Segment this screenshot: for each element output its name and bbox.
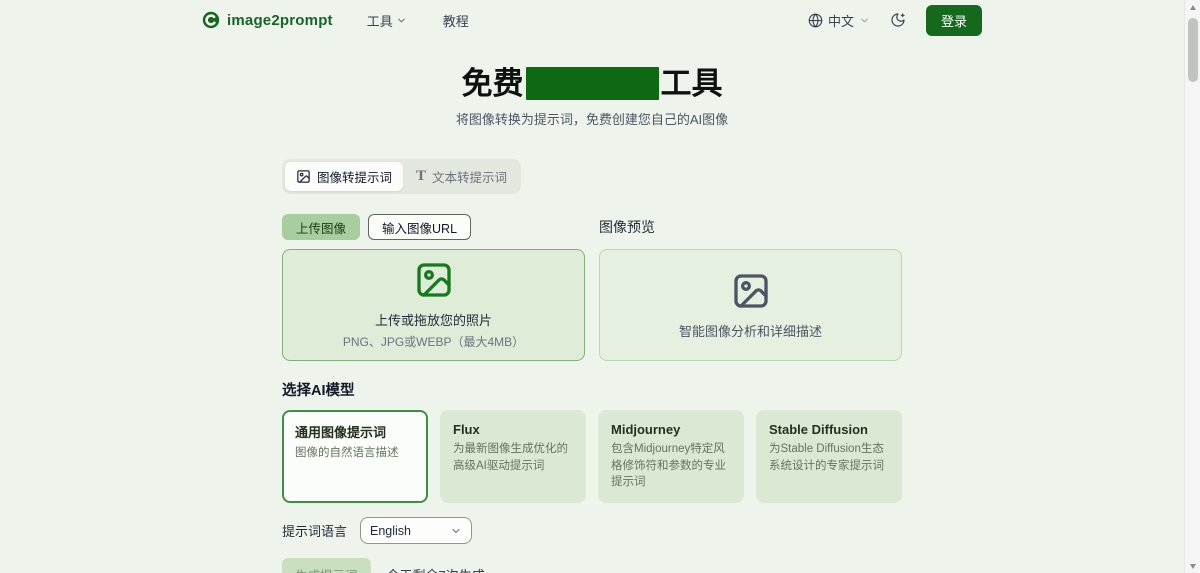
tab-image-to-prompt[interactable]: 图像转提示词 [285, 162, 403, 191]
text-icon: T [416, 169, 426, 184]
image-url-button[interactable]: 输入图像URL [368, 214, 471, 240]
hero: 免费 工具 将图像转换为提示词，免费创建您自己的AI图像 [0, 64, 1184, 128]
chevron-down-icon [396, 15, 407, 26]
language-label: 中文 [828, 11, 854, 30]
dropzone-title: 上传或拖放您的照片 [375, 310, 492, 329]
nav-item-label: 教程 [443, 11, 469, 30]
logo-text: image2prompt [227, 12, 333, 29]
image-preview-box: 智能图像分析和详细描述 [599, 249, 902, 361]
login-button[interactable]: 登录 [926, 5, 982, 36]
tab-label: 文本转提示词 [432, 167, 507, 186]
mode-tabs: 图像转提示词 T 文本转提示词 [282, 159, 521, 194]
model-card-general[interactable]: 通用图像提示词 图像的自然语言描述 [282, 410, 428, 503]
model-card-title: Stable Diffusion [769, 422, 889, 437]
logo-icon [202, 11, 220, 29]
highlighted-text-block [526, 67, 659, 100]
model-card-flux[interactable]: Flux 为最新图像生成优化的高级AI驱动提示词 [440, 410, 586, 503]
model-card-description: 图像的自然语言描述 [295, 445, 415, 462]
image-icon [296, 169, 311, 184]
upload-column: 上传图像 输入图像URL 上传或拖放您的照片 PNG、JPG或WEBP（最大4M… [282, 214, 585, 361]
selected-language-value: English [370, 524, 411, 538]
models-heading: 选择AI模型 [282, 379, 902, 400]
dropzone-hint: PNG、JPG或WEBP（最大4MB） [343, 333, 524, 350]
model-cards: 通用图像提示词 图像的自然语言描述 Flux 为最新图像生成优化的高级AI驱动提… [282, 410, 902, 503]
scrollbar-up-arrow[interactable] [1185, 0, 1200, 14]
page: image2prompt 工具 教程 [0, 0, 1184, 573]
generate-prompt-button[interactable]: 生成提示词 [282, 558, 371, 573]
model-card-description: 为Stable Diffusion生态系统设计的专家提示词 [769, 441, 889, 474]
vertical-scrollbar [1184, 0, 1200, 573]
nav-item-label: 工具 [367, 11, 393, 30]
title-prefix: 免费 [462, 66, 524, 101]
page-subtitle: 将图像转换为提示词，免费创建您自己的AI图像 [0, 109, 1184, 128]
tab-text-to-prompt[interactable]: T 文本转提示词 [405, 162, 518, 191]
title-suffix: 工具 [661, 66, 723, 101]
generate-row: 生成提示词 今天剩余7次生成 [282, 558, 902, 573]
model-card-title: Flux [453, 422, 573, 437]
prompt-language-select[interactable]: English [360, 517, 472, 544]
tool-grid: 上传图像 输入图像URL 上传或拖放您的照片 PNG、JPG或WEBP（最大4M… [282, 214, 902, 361]
globe-icon [808, 13, 823, 28]
main-nav: 工具 教程 [367, 11, 469, 30]
main-content: 图像转提示词 T 文本转提示词 上传图像 输入图像URL [282, 128, 902, 573]
preview-column: 图像预览 智能图像分析和详细描述 [599, 214, 902, 361]
logo[interactable]: image2prompt [202, 11, 333, 29]
moon-star-icon [890, 12, 906, 28]
upload-image-button[interactable]: 上传图像 [282, 214, 360, 240]
upload-dropzone[interactable]: 上传或拖放您的照片 PNG、JPG或WEBP（最大4MB） [282, 249, 585, 361]
remaining-generations-text: 今天剩余7次生成 [387, 565, 485, 573]
chevron-down-icon [450, 525, 462, 537]
page-title: 免费 工具 [0, 64, 1184, 104]
nav-item-tutorials[interactable]: 教程 [443, 11, 469, 30]
model-card-description: 为最新图像生成优化的高级AI驱动提示词 [453, 441, 573, 474]
header: image2prompt 工具 教程 [0, 0, 1184, 40]
model-card-stable-diffusion[interactable]: Stable Diffusion 为Stable Diffusion生态系统设计… [756, 410, 902, 503]
image-icon [731, 271, 771, 311]
preview-label: 图像预览 [599, 214, 902, 240]
model-card-midjourney[interactable]: Midjourney 包含Midjourney特定风格修饰符和参数的专业提示词 [598, 410, 744, 503]
preview-placeholder-text: 智能图像分析和详细描述 [679, 321, 822, 340]
prompt-language-label: 提示词语言 [282, 521, 347, 540]
language-switcher[interactable]: 中文 [808, 11, 870, 30]
tab-label: 图像转提示词 [317, 167, 392, 186]
model-card-title: 通用图像提示词 [295, 422, 415, 441]
dark-mode-toggle[interactable] [890, 12, 906, 28]
model-card-description: 包含Midjourney特定风格修饰符和参数的专业提示词 [611, 441, 731, 491]
model-card-title: Midjourney [611, 422, 731, 437]
scrollbar-thumb[interactable] [1188, 18, 1198, 82]
image-icon [414, 260, 454, 300]
nav-item-tools[interactable]: 工具 [367, 11, 407, 30]
chevron-down-icon [859, 15, 870, 26]
scrollbar-down-arrow[interactable] [1185, 559, 1200, 573]
prompt-language-row: 提示词语言 English [282, 517, 902, 544]
